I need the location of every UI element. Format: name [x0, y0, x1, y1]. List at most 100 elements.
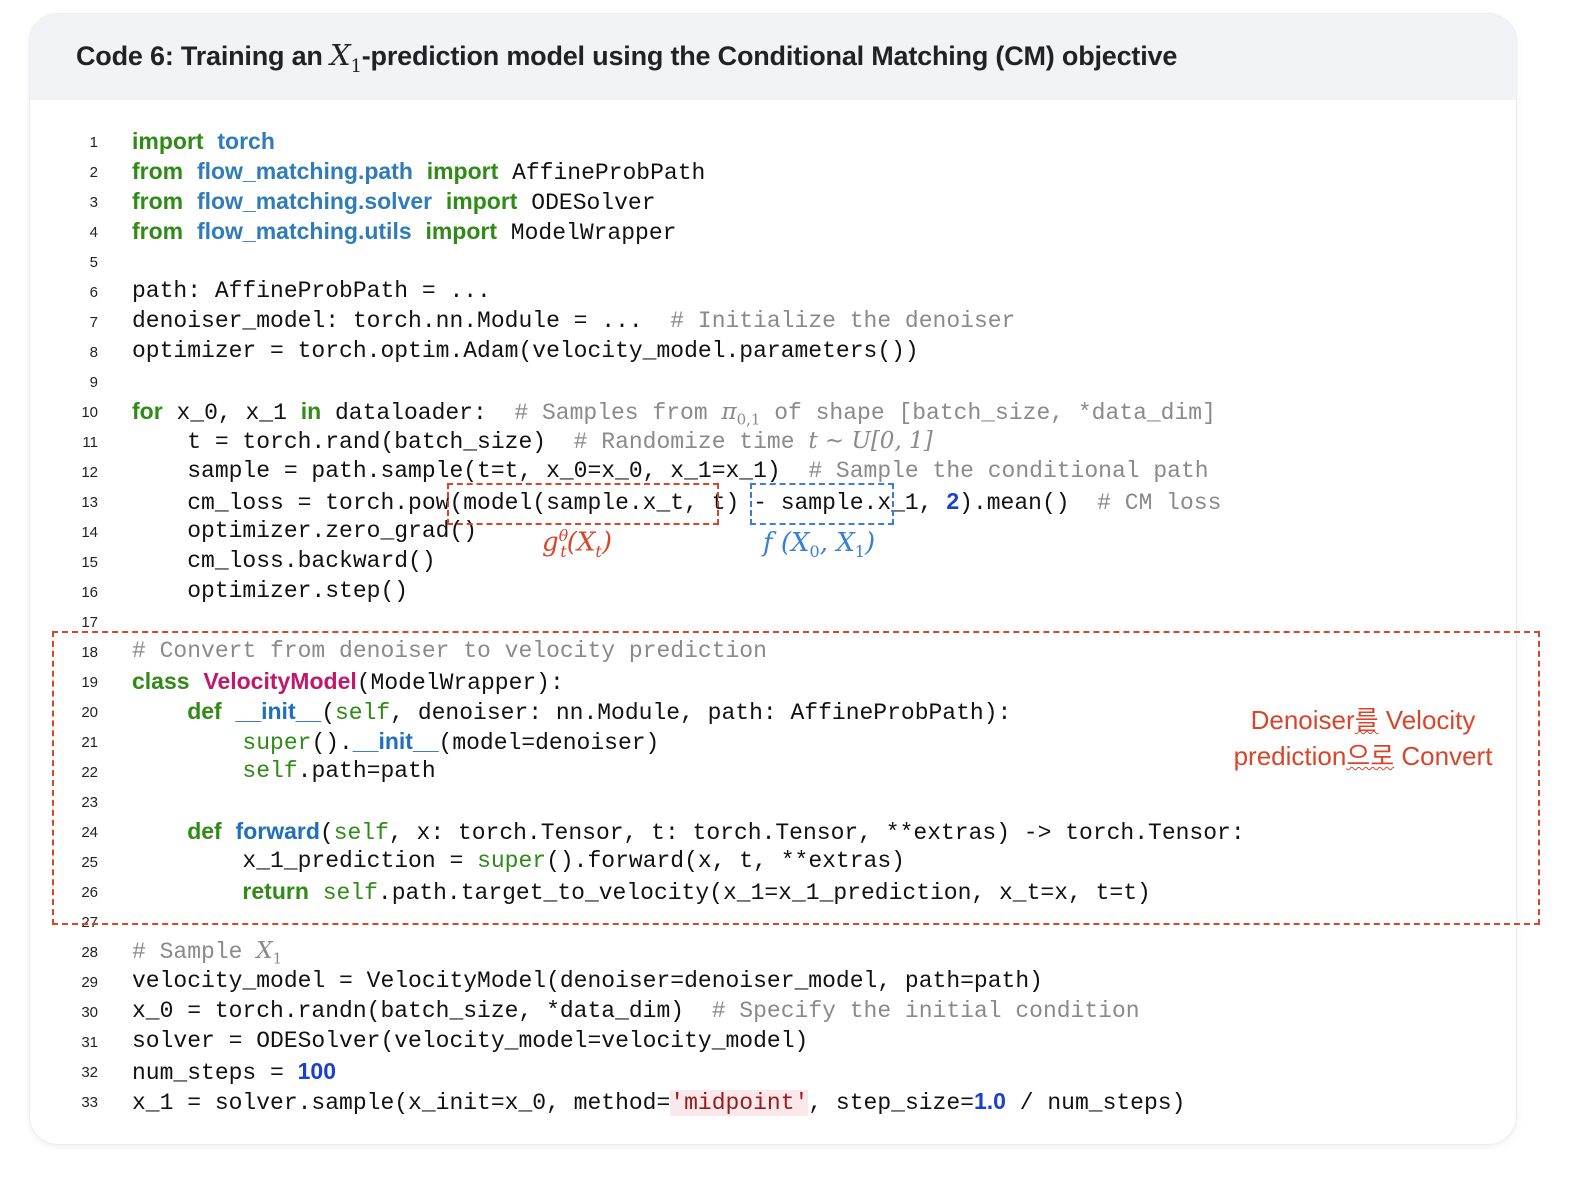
code-line: 30 x_0 = torch.randn(batch_size, *data_di… — [0, 996, 1450, 1026]
label-blue-text: f (X — [763, 528, 810, 558]
annotation-line2-a: prediction — [1233, 741, 1347, 771]
line-number: 15 — [81, 554, 98, 571]
code-token: velocity_model = VelocityModel(denoiser=… — [132, 968, 1043, 994]
code-token: , step_size= — [808, 1090, 974, 1116]
annotation-line2-c: Convert — [1394, 741, 1493, 771]
line-number: 5 — [89, 254, 98, 271]
velocity-conversion-highlight-box — [52, 631, 1540, 925]
code-token: # Randomize time — [573, 429, 809, 455]
line-number: 1 — [89, 134, 98, 151]
line-number: 8 — [89, 344, 98, 361]
code-line: 32 num_steps = 100 — [0, 1056, 1450, 1086]
line-number: 29 — [81, 974, 98, 991]
code-line: 1 import torch — [0, 126, 1450, 156]
code-token: 'midpoint' — [670, 1090, 809, 1116]
code-token: t = torch.rand(batch_size) — [132, 429, 574, 455]
title-suffix: -prediction model using the Conditional … — [361, 41, 1178, 71]
title-math: X1 — [330, 38, 362, 77]
code-text: cm_loss.backward() — [132, 546, 436, 576]
line-number: 7 — [89, 314, 98, 331]
code-text: from flow_matching.path import AffinePro… — [132, 156, 705, 188]
line-number: 2 — [89, 164, 98, 181]
line-number: 28 — [81, 944, 98, 961]
code-token: 100 — [297, 1058, 337, 1084]
annotation-line2-b: 으로 — [1346, 741, 1395, 771]
target-highlight-box — [750, 483, 894, 525]
line-number: 14 — [81, 524, 98, 541]
code-text: x_1 = solver.sample(x_init=x_0, method='… — [132, 1086, 1185, 1118]
annotation-line-1: Denoiser를 Velocity — [1208, 702, 1518, 738]
model-output-highlight-box — [447, 483, 719, 525]
code-line: 2 from flow_matching.path import AffinePr… — [0, 156, 1450, 186]
code-token: x_1 = solver.sample(x_init=x_0, method= — [132, 1090, 671, 1116]
code-line: 14 optimizer.zero_grad() — [0, 516, 1450, 546]
line-number: 33 — [81, 1094, 98, 1111]
code-line: 6 path: AffineProbPath = ... — [0, 276, 1450, 306]
code-line: 10 for x_0, x_1 in dataloader: # Samples … — [0, 396, 1450, 429]
code-token: # Samples from — [514, 400, 722, 426]
code-line: 28 # Sample X1 — [0, 936, 1450, 968]
code-token: flow_matching.path — [196, 158, 413, 184]
code-token: flow_matching.solver — [196, 188, 433, 214]
annotation-line1-c: Velocity — [1378, 705, 1476, 735]
label-blue-close: ) — [864, 528, 876, 558]
code-token: x_0 = torch.randn(batch_size, *data_dim) — [132, 998, 712, 1024]
code-text: solver = ODESolver(velocity_model=veloci… — [132, 1026, 808, 1056]
code-token: ).mean() — [959, 490, 1098, 516]
code-line: 5 — [0, 246, 1450, 276]
code-token: from — [132, 158, 184, 184]
code-token: AffineProbPath — [498, 160, 706, 186]
label-blue-mid: , X — [819, 528, 855, 558]
code-text: from flow_matching.solver import ODESolv… — [132, 186, 656, 218]
code-text: denoiser_model: torch.nn.Module = ... # … — [132, 306, 1015, 336]
code-token: # Sample — [132, 939, 257, 965]
code-token: 2 — [946, 488, 960, 514]
annotation-line-2: prediction으로 Convert — [1208, 738, 1518, 774]
code-text: num_steps = 100 — [132, 1056, 336, 1088]
code-token-sub: 1 — [272, 949, 283, 968]
line-number: 17 — [81, 614, 98, 631]
line-number: 13 — [81, 494, 98, 511]
code-line: 31 solver = ODESolver(velocity_model=velo… — [0, 1026, 1450, 1056]
target-math-label: f (X0, X1) — [763, 528, 875, 561]
code-line: 3 from flow_matching.solver import ODESol… — [0, 186, 1450, 216]
line-number: 4 — [89, 224, 98, 241]
title-math-sub: 1 — [350, 55, 362, 77]
label-blue-sub1: 1 — [854, 542, 865, 562]
label-blue-sub0: 0 — [809, 542, 820, 562]
card-header: Code 6: Training an X1-prediction model … — [30, 14, 1516, 100]
code-text: from flow_matching.utils import ModelWra… — [132, 216, 676, 248]
line-number: 32 — [81, 1064, 98, 1081]
code-line: 15 cm_loss.backward() — [0, 546, 1450, 576]
code-text: optimizer.zero_grad() — [132, 516, 477, 546]
code-token: from — [132, 218, 184, 244]
conversion-annotation: Denoiser를 Velocity prediction으로 Convert — [1208, 702, 1518, 774]
code-text: optimizer = torch.optim.Adam(velocity_mo… — [132, 336, 919, 366]
label-red-close: ) — [601, 527, 612, 558]
code-text: x_0 = torch.randn(batch_size, *data_dim)… — [132, 996, 1140, 1026]
code-token: optimizer.step() — [132, 578, 409, 604]
line-number: 12 — [81, 464, 98, 481]
code-token: denoiser_model: torch.nn.Module = ... — [132, 308, 671, 334]
code-text: velocity_model = VelocityModel(denoiser=… — [132, 966, 1043, 996]
code-text: optimizer.step() — [132, 576, 408, 606]
code-token: dataloader: — [321, 400, 515, 426]
code-token: optimizer = torch.optim.Adam(velocity_mo… — [132, 338, 919, 364]
line-number: 31 — [81, 1034, 98, 1051]
code-token: ModelWrapper — [497, 220, 677, 246]
code-token: import — [426, 158, 499, 184]
code-token: π — [721, 399, 737, 425]
code-token: cm_loss.backward() — [132, 548, 436, 574]
code-token: ODESolver — [517, 190, 656, 216]
code-token: solver = ODESolver(velocity_model=veloci… — [132, 1028, 809, 1054]
line-number: 3 — [89, 194, 98, 211]
code-token: import — [132, 128, 204, 154]
line-number: 10 — [81, 404, 98, 421]
